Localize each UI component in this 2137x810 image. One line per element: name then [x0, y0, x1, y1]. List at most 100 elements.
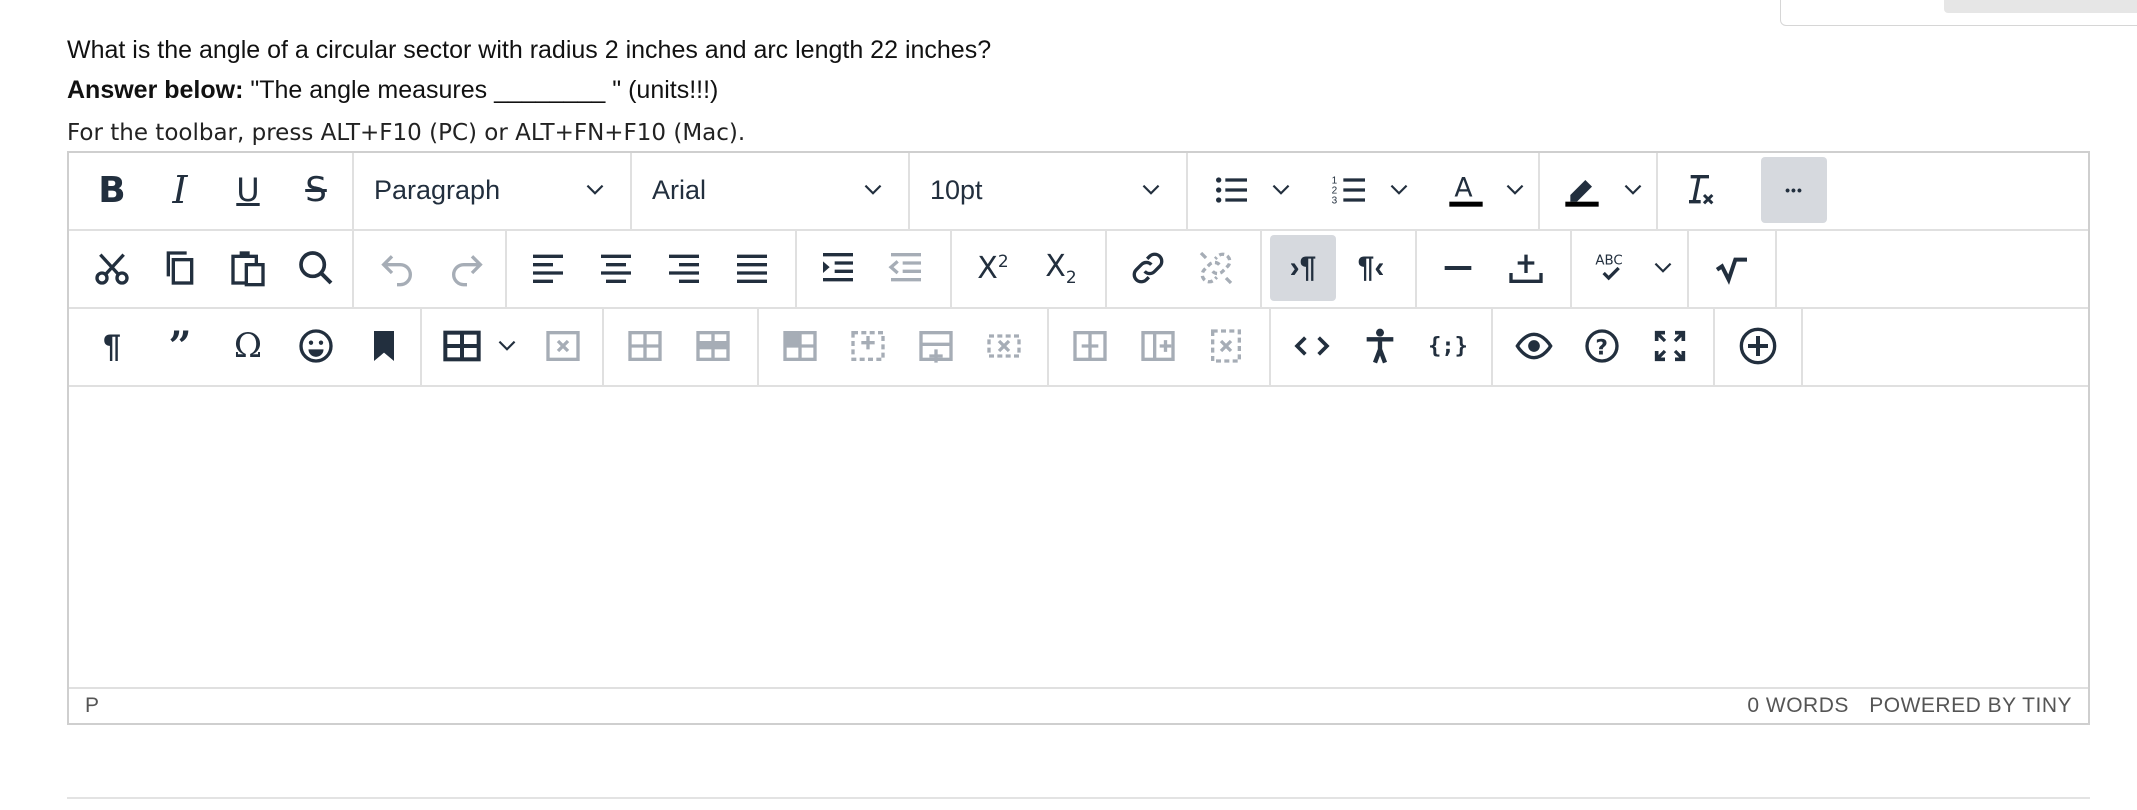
font-size-select[interactable]: 10pt — [910, 157, 1186, 223]
emoticons-button[interactable] — [283, 313, 349, 379]
ltr-button[interactable]: ›¶ — [1270, 235, 1336, 301]
outdent-button[interactable] — [873, 235, 939, 301]
table-icon — [443, 330, 481, 362]
table-props-button[interactable] — [612, 313, 678, 379]
align-center-button[interactable] — [583, 235, 649, 301]
find-replace-button[interactable] — [283, 235, 349, 301]
cut-button[interactable] — [79, 235, 145, 301]
powered-by-link[interactable]: POWERED BY TINY — [1869, 694, 2072, 717]
bold-button[interactable]: B — [79, 157, 145, 223]
insert-table-button[interactable] — [428, 313, 524, 379]
help-button[interactable]: ? — [1569, 313, 1635, 379]
spellcheck-group: ABC — [1572, 231, 1689, 307]
insert-col-before-button[interactable] — [1057, 313, 1123, 379]
preview-button[interactable] — [1501, 313, 1567, 379]
quote-icon: ” — [168, 322, 192, 370]
align-left-button[interactable] — [515, 235, 581, 301]
insert-row-before-button[interactable] — [835, 313, 901, 379]
insert-col-after-button[interactable] — [1125, 313, 1191, 379]
svg-text:?: ? — [1595, 335, 1608, 360]
fullscreen-button[interactable] — [1637, 313, 1703, 379]
svg-text:3: 3 — [1332, 195, 1338, 206]
indent-button[interactable] — [805, 235, 871, 301]
unlink-button[interactable] — [1183, 235, 1249, 301]
align-group — [507, 231, 797, 307]
table-cell-group — [759, 309, 1049, 385]
bookmark-icon — [374, 331, 394, 361]
font-family-select[interactable]: Arial — [632, 157, 908, 223]
copy-button[interactable] — [147, 235, 213, 301]
superscript-button[interactable]: X2 — [960, 235, 1026, 301]
square-root-icon — [1715, 257, 1747, 285]
answer-instruction: Answer below: "The angle measures ______… — [67, 74, 718, 106]
format-group: B I U S — [69, 153, 354, 229]
font-size-group: 10pt — [910, 153, 1188, 229]
numbered-list-button[interactable]: 123 — [1310, 157, 1422, 223]
spellcheck-icon: ABC — [1595, 254, 1623, 281]
align-center-icon — [601, 254, 631, 283]
source-code-button[interactable] — [1279, 313, 1345, 379]
eye-icon — [1515, 332, 1553, 360]
insert-link-button[interactable] — [1115, 235, 1181, 301]
cell-props-button[interactable] — [767, 313, 833, 379]
clipboard-group — [69, 231, 354, 307]
element-path[interactable]: P — [85, 694, 99, 718]
clear-formatting-button[interactable] — [1666, 157, 1732, 223]
list-group: 123 A — [1188, 153, 1540, 229]
delete-row-button[interactable] — [971, 313, 1037, 379]
word-count[interactable]: 0 WORDS — [1747, 694, 1849, 717]
justify-button[interactable] — [719, 235, 785, 301]
top-right-button[interactable] — [1944, 0, 2137, 13]
accessibility-icon — [1366, 328, 1394, 364]
insert-row-after-button[interactable] — [903, 313, 969, 379]
delete-table-button[interactable] — [530, 313, 596, 379]
font-size-value: 10pt — [930, 174, 983, 205]
underline-button[interactable]: U — [215, 157, 281, 223]
toolbar-row-3: ¶ ” Ω {;} ? — [69, 309, 2088, 387]
cell-props-icon — [783, 331, 817, 361]
spellcheck-button[interactable]: ABC — [1576, 235, 1684, 301]
upload-button[interactable] — [1493, 235, 1559, 301]
chevron-down-icon — [1268, 177, 1294, 208]
accessibility-checker-button[interactable] — [1347, 313, 1413, 379]
special-character-button[interactable]: Ω — [215, 313, 281, 379]
toolbar-row-2: X2 X2 ›¶ ¶‹ ABC — [69, 231, 2088, 309]
editor-content-area[interactable] — [69, 387, 2088, 687]
table-col-group — [1049, 309, 1271, 385]
strikethrough-button[interactable]: S — [283, 157, 349, 223]
direction-group: ›¶ ¶‹ — [1262, 231, 1417, 307]
horizontal-line-button[interactable] — [1425, 235, 1491, 301]
search-icon — [299, 251, 333, 285]
block-format-select[interactable]: Paragraph — [354, 157, 630, 223]
redo-button[interactable] — [434, 235, 500, 301]
chevron-down-icon — [1650, 255, 1676, 286]
paste-icon — [231, 251, 265, 287]
show-blocks-button[interactable]: ¶ — [79, 313, 145, 379]
equation-button[interactable] — [1699, 235, 1765, 301]
delete-col-button[interactable] — [1193, 313, 1259, 379]
row-props-icon — [696, 331, 730, 361]
more-toolbar-button[interactable]: ••• — [1761, 157, 1827, 223]
apps-button[interactable] — [1725, 313, 1791, 379]
embed-button[interactable]: {;} — [1415, 313, 1481, 379]
delete-row-icon — [987, 334, 1021, 358]
bullet-list-button[interactable] — [1192, 157, 1304, 223]
highlight-color-button[interactable] — [1544, 157, 1654, 223]
rtl-button[interactable]: ¶‹ — [1338, 235, 1404, 301]
chevron-down-icon — [1138, 177, 1164, 210]
anchor-button[interactable] — [351, 313, 417, 379]
align-right-button[interactable] — [651, 235, 717, 301]
code-icon — [1294, 336, 1330, 356]
ltr-icon: ›¶ — [1289, 251, 1317, 284]
italic-button[interactable]: I — [147, 157, 213, 223]
paste-button[interactable] — [215, 235, 281, 301]
subscript-button[interactable]: X2 — [1028, 235, 1094, 301]
strikethrough-icon: S — [305, 170, 327, 210]
table-insert-group — [422, 309, 604, 385]
rtl-icon: ¶‹ — [1357, 251, 1385, 284]
table-row-props-group — [604, 309, 759, 385]
undo-button[interactable] — [364, 235, 430, 301]
text-color-button[interactable]: A — [1428, 157, 1536, 223]
row-props-button[interactable] — [680, 313, 746, 379]
blockquote-button[interactable]: ” — [147, 313, 213, 379]
